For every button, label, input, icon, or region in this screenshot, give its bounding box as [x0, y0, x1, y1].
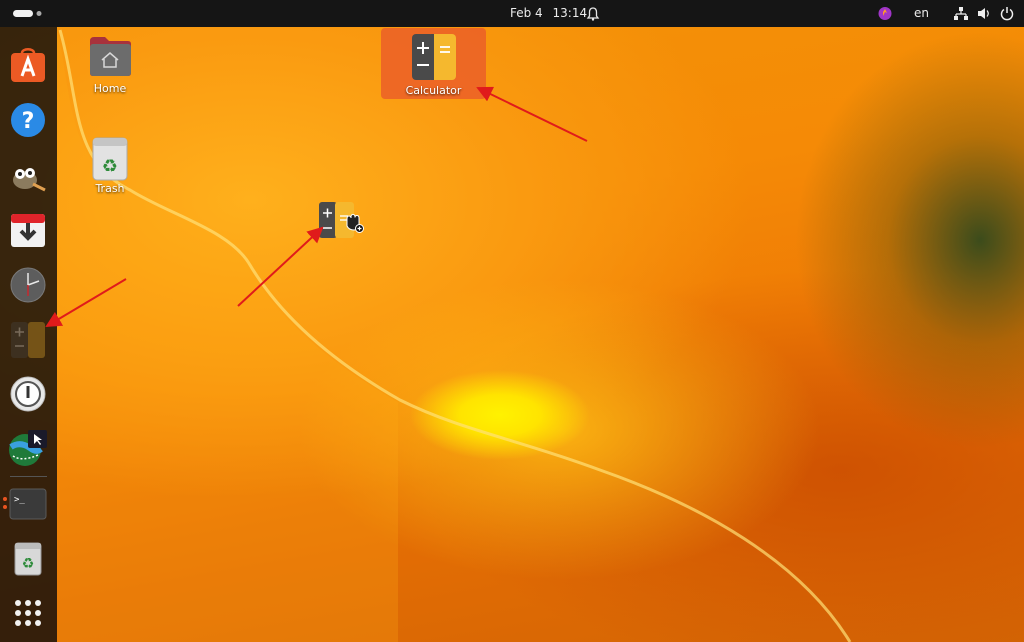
- arrow-to-dock-calculator: [45, 278, 127, 328]
- arrow-to-dragged-icon: [237, 226, 324, 307]
- annotation-arrows: [45, 86, 588, 328]
- arrow-to-calculator-desktop: [476, 86, 588, 142]
